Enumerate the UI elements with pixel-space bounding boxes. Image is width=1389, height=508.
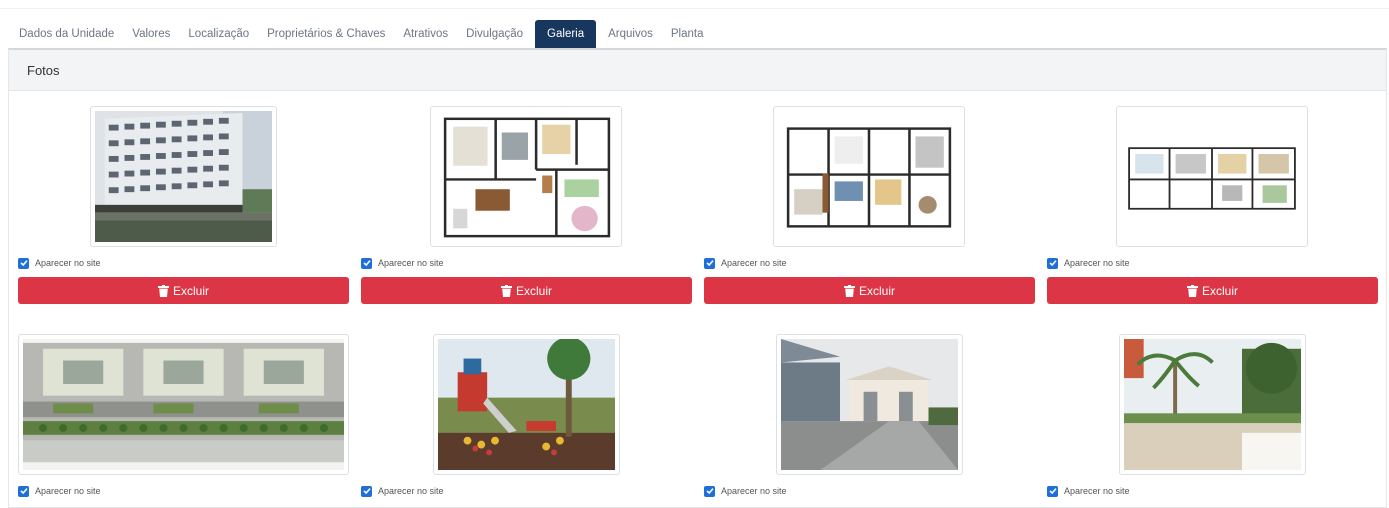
entrance-photo <box>781 339 958 470</box>
photo-thumbnail[interactable] <box>90 106 277 247</box>
panel-title: Fotos <box>9 50 1386 91</box>
show-on-site-checkbox-row[interactable]: Aparecer no site <box>1047 484 1130 498</box>
trash-icon <box>1186 284 1198 297</box>
checkbox-checked-icon[interactable] <box>361 257 372 269</box>
site-plan-image <box>23 339 344 470</box>
tab-bar: Dados da Unidade Valores Localização Pro… <box>10 20 712 48</box>
tab-valores[interactable]: Valores <box>123 20 179 48</box>
photo-thumbnail[interactable] <box>433 334 620 475</box>
photo-thumbnail[interactable] <box>430 106 622 247</box>
show-on-site-label: Aparecer no site <box>1064 258 1130 268</box>
tab-divulgacao[interactable]: Divulgação <box>457 20 532 48</box>
show-on-site-checkbox-row[interactable]: Aparecer no site <box>1047 256 1130 270</box>
trash-icon <box>157 284 169 297</box>
tab-atrativos[interactable]: Atrativos <box>394 20 457 48</box>
checkbox-checked-icon[interactable] <box>1047 257 1058 269</box>
tab-localizacao[interactable]: Localização <box>179 20 258 48</box>
show-on-site-label: Aparecer no site <box>721 258 787 268</box>
delete-button[interactable]: Excluir <box>18 277 349 304</box>
building-photo <box>95 111 272 242</box>
photo-thumbnail[interactable] <box>773 106 965 247</box>
tab-dados-da-unidade[interactable]: Dados da Unidade <box>10 20 123 48</box>
garden-photo <box>1124 339 1301 470</box>
top-divider <box>0 8 1389 9</box>
photo-thumbnail[interactable] <box>1116 106 1308 247</box>
delete-label: Excluir <box>1201 283 1238 298</box>
tab-arquivos[interactable]: Arquivos <box>599 20 662 48</box>
floor-plan-image <box>778 111 960 242</box>
delete-label: Excluir <box>858 283 895 298</box>
show-on-site-checkbox-row[interactable]: Aparecer no site <box>704 484 787 498</box>
playground-photo <box>438 339 615 470</box>
tab-galeria[interactable]: Galeria <box>535 20 597 48</box>
delete-button[interactable]: Excluir <box>361 277 692 304</box>
delete-label: Excluir <box>515 283 552 298</box>
trash-icon <box>500 284 512 297</box>
photo-thumbnail[interactable] <box>18 334 349 475</box>
show-on-site-checkbox-row[interactable]: Aparecer no site <box>361 484 444 498</box>
delete-button[interactable]: Excluir <box>704 277 1035 304</box>
checkbox-checked-icon[interactable] <box>704 257 715 269</box>
delete-button[interactable]: Excluir <box>1047 277 1378 304</box>
checkbox-checked-icon[interactable] <box>18 257 29 269</box>
show-on-site-label: Aparecer no site <box>378 258 444 268</box>
photo-thumbnail[interactable] <box>1119 334 1306 475</box>
show-on-site-label: Aparecer no site <box>35 258 101 268</box>
show-on-site-checkbox-row[interactable]: Aparecer no site <box>18 256 101 270</box>
photo-thumbnail[interactable] <box>776 334 963 475</box>
show-on-site-checkbox-row[interactable]: Aparecer no site <box>18 484 101 498</box>
delete-label: Excluir <box>172 283 209 298</box>
show-on-site-checkbox-row[interactable]: Aparecer no site <box>361 256 444 270</box>
floor-plan-image <box>435 111 617 242</box>
tab-proprietarios-chaves[interactable]: Proprietários & Chaves <box>258 20 394 48</box>
show-on-site-checkbox-row[interactable]: Aparecer no site <box>704 256 787 270</box>
tab-planta[interactable]: Planta <box>662 20 713 48</box>
floor-plan-image <box>1121 111 1303 242</box>
trash-icon <box>843 284 855 297</box>
